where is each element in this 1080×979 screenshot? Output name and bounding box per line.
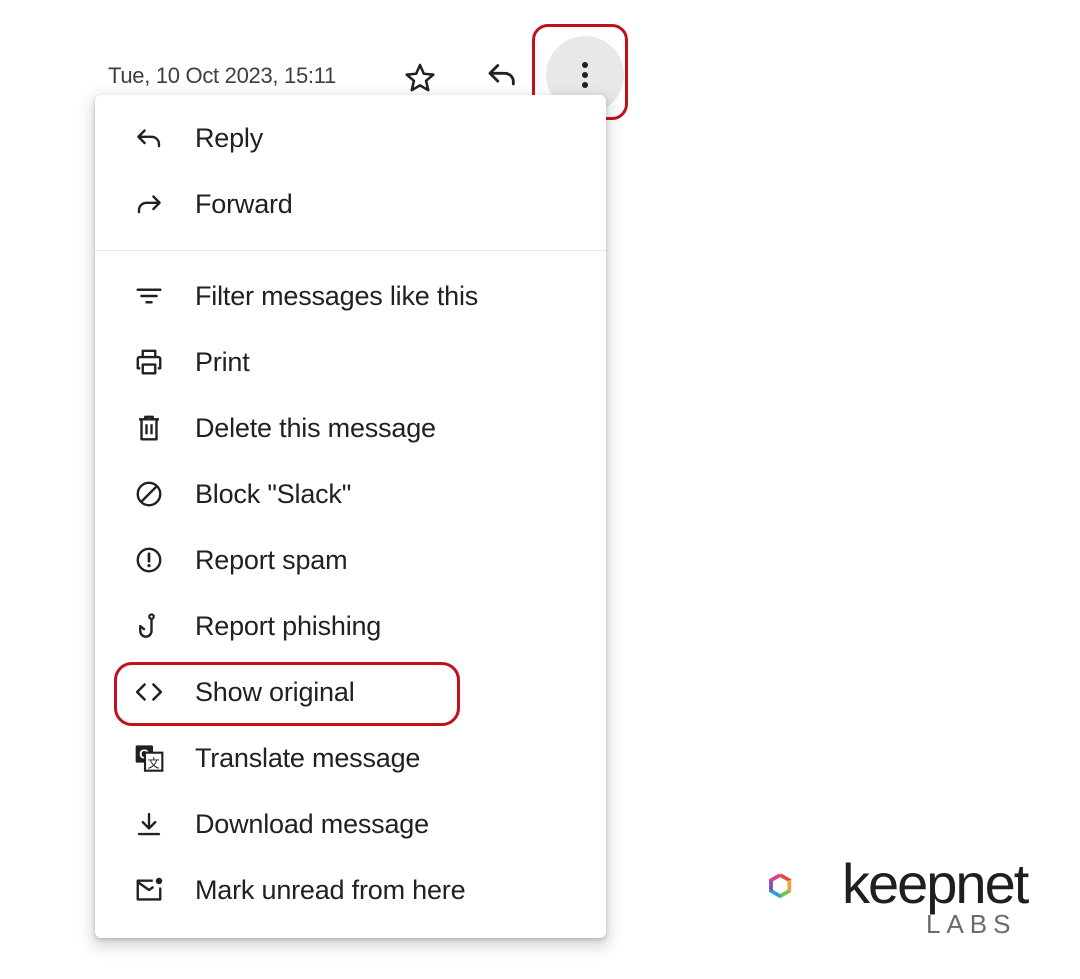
reply-icon (488, 64, 515, 86)
menu-item-forward[interactable]: Forward (95, 176, 606, 232)
brand-subtitle: LABS (926, 909, 1017, 939)
print-icon (129, 342, 169, 382)
menu-item-label: Mark unread from here (195, 874, 466, 905)
menu-item-report-phishing[interactable]: Report phishing (95, 598, 606, 654)
menu-item-block[interactable]: Block "Slack" (95, 466, 606, 522)
menu-item-report-spam[interactable]: Report spam (95, 532, 606, 588)
download-icon (129, 804, 169, 844)
svg-text:文: 文 (148, 755, 160, 770)
phishing-hook-icon (129, 606, 169, 646)
keepnet-logo-icon (769, 872, 792, 899)
menu-item-mark-unread[interactable]: Mark unread from here (95, 862, 606, 918)
translate-icon: G文 (129, 738, 169, 778)
menu-item-download[interactable]: Download message (95, 796, 606, 852)
menu-item-label: Report phishing (195, 610, 382, 641)
reply-button[interactable] (482, 54, 522, 94)
menu-item-delete[interactable]: Delete this message (95, 400, 606, 456)
reply-icon (129, 118, 169, 158)
menu-item-label: Report spam (195, 544, 348, 575)
star-button[interactable] (400, 58, 440, 98)
menu-item-label: Translate message (195, 742, 421, 773)
trash-icon (129, 408, 169, 448)
menu-item-print[interactable]: Print (95, 334, 606, 390)
menu-item-reply[interactable]: Reply (95, 110, 606, 166)
show-original-highlight (114, 662, 460, 726)
menu-item-label: Print (195, 346, 250, 377)
menu-divider (95, 250, 606, 251)
menu-item-filter[interactable]: Filter messages like this (95, 268, 606, 324)
forward-icon (129, 184, 169, 224)
mark-unread-icon (129, 870, 169, 910)
report-spam-icon (129, 540, 169, 580)
star-icon (405, 63, 435, 92)
block-icon (129, 474, 169, 514)
menu-item-label: Delete this message (195, 412, 436, 443)
menu-item-translate[interactable]: G文 Translate message (95, 730, 606, 786)
message-date: Tue, 10 Oct 2023, 15:11 (108, 63, 336, 88)
message-options-menu: Reply Forward Filter messages like this … (95, 95, 606, 938)
filter-icon (129, 276, 169, 316)
menu-item-label: Download message (195, 808, 429, 839)
menu-item-label: Forward (195, 188, 293, 219)
menu-item-label: Reply (195, 122, 264, 153)
message-header: Tue, 10 Oct 2023, 15:11 (0, 0, 1080, 120)
menu-item-label: Filter messages like this (195, 280, 479, 311)
menu-item-label: Block "Slack" (195, 478, 352, 509)
brand-name: keepnet (842, 852, 1029, 915)
